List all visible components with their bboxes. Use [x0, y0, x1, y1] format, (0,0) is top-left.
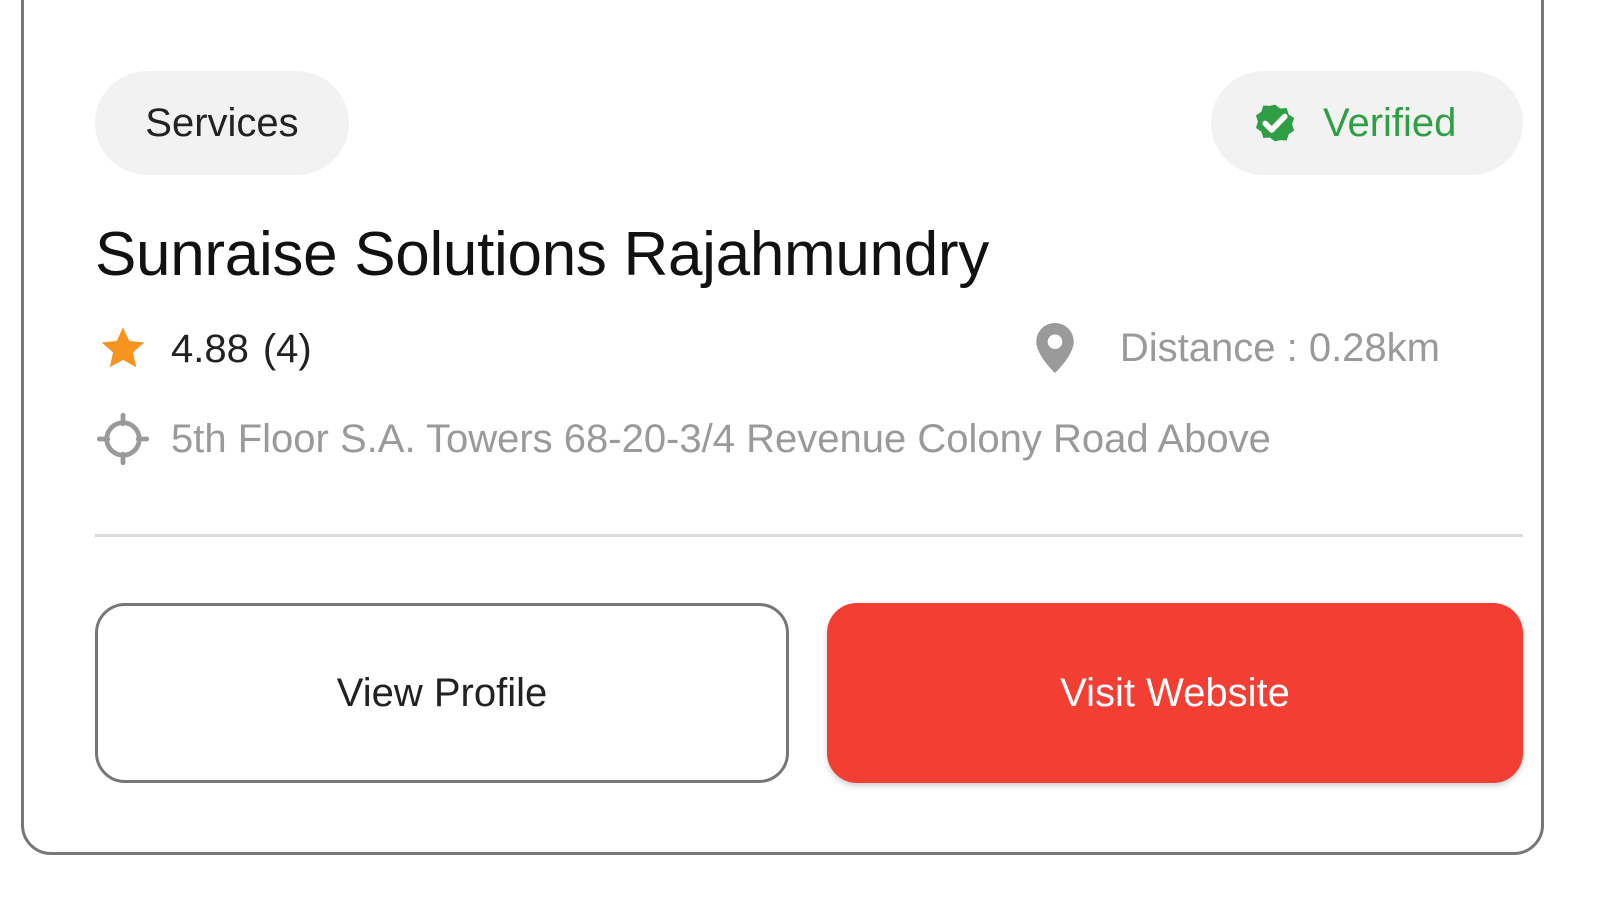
rating-value: 4.88: [171, 326, 249, 371]
rating-count: (4): [262, 326, 312, 371]
visit-website-label: Visit Website: [1060, 670, 1290, 715]
visit-website-button[interactable]: Visit Website: [827, 603, 1523, 783]
verified-badge: Verified: [1211, 71, 1523, 175]
category-chip: Services: [95, 71, 349, 175]
business-listing-card: Services Verified Sunraise Solutions Raj…: [21, 0, 1544, 855]
category-label: Services: [145, 100, 299, 145]
rating-row: 4.88 (4): [97, 323, 312, 375]
star-icon: [101, 327, 145, 368]
verified-badge-icon: [1255, 104, 1295, 142]
address-text: 5th Floor S.A. Towers 68-20-3/4 Revenue …: [171, 416, 1271, 461]
divider: [95, 534, 1523, 537]
view-profile-label: View Profile: [336, 670, 548, 715]
map-pin-icon: [1036, 323, 1074, 373]
business-name: Sunraise Solutions Rajahmundry: [95, 220, 989, 289]
verified-label: Verified: [1323, 100, 1457, 145]
view-profile-button[interactable]: View Profile: [95, 603, 789, 783]
address-row: 5th Floor S.A. Towers 68-20-3/4 Revenue …: [97, 413, 1271, 465]
location-target-icon: [97, 413, 149, 465]
distance-text: Distance : 0.28km: [1119, 325, 1440, 370]
distance-row: Distance : 0.28km: [1036, 323, 1440, 373]
